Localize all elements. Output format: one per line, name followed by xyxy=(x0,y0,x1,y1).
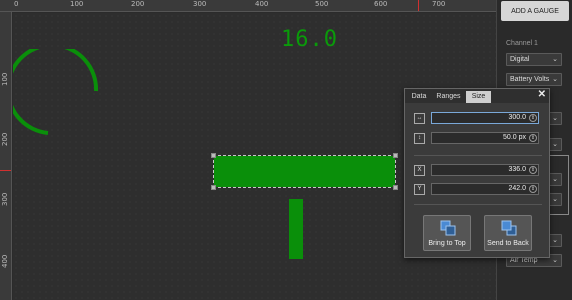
send-to-back-label: Send to Back xyxy=(487,240,529,247)
select-value: Air Temp xyxy=(510,257,538,264)
width-icon: ↔ xyxy=(414,113,425,124)
divider xyxy=(414,204,542,205)
channel-label: Channel 1 xyxy=(506,40,538,47)
channel-source-select[interactable]: Battery Volts ⌄ xyxy=(506,73,562,86)
vertical-bar-gauge[interactable] xyxy=(289,199,303,259)
ruler-top: 0 100 200 300 400 500 600 700 xyxy=(0,0,496,12)
ruler-tick: 200 xyxy=(131,0,145,8)
ruler-tick: 700 xyxy=(432,0,446,8)
send-to-back-icon xyxy=(501,220,517,236)
ruler-tick: 400 xyxy=(255,0,269,8)
tab-ranges[interactable]: Ranges xyxy=(432,91,465,103)
resize-handle[interactable] xyxy=(393,153,398,158)
send-to-back-button[interactable]: Send to Back xyxy=(484,215,532,251)
bring-to-top-button[interactable]: Bring to Top xyxy=(423,215,471,251)
arc-gauge[interactable] xyxy=(13,49,108,149)
chevron-down-icon: ⌄ xyxy=(552,115,558,122)
x-position-field[interactable]: 336.0 ⇕ xyxy=(431,164,539,176)
tab-data[interactable]: Data xyxy=(407,91,431,103)
select-value: Digital xyxy=(510,56,530,63)
chevron-down-icon: ⌄ xyxy=(552,237,558,244)
ruler-tick: 500 xyxy=(315,0,329,8)
ruler-tick: 600 xyxy=(374,0,388,8)
digital-gauge-readout[interactable]: 16.0 xyxy=(281,27,338,52)
height-stepper[interactable]: ⇕ xyxy=(529,134,537,142)
add-gauge-button[interactable]: ADD A GAUGE xyxy=(501,1,569,21)
ruler-position-marker xyxy=(0,170,11,171)
y-position-field[interactable]: 242.0 ⇕ xyxy=(431,183,539,195)
chevron-down-icon: ⌄ xyxy=(552,257,558,264)
bring-to-top-icon xyxy=(440,220,456,236)
x-position-icon: X xyxy=(414,165,425,176)
width-stepper[interactable]: ⇕ xyxy=(529,114,537,122)
gauge-type-select[interactable]: Digital ⌄ xyxy=(506,53,562,66)
ruler-position-marker xyxy=(418,0,419,11)
width-value: 300.0 xyxy=(508,114,526,121)
select-value: Battery Volts xyxy=(510,76,550,83)
chevron-down-icon: ⌄ xyxy=(552,76,558,83)
height-value: 50.0 px xyxy=(503,134,526,141)
gauge-properties-dialog: Data Ranges Size ✕ ↔ 300.0 ⇕ ↕ 50.0 px ⇕… xyxy=(404,88,550,258)
chevron-down-icon: ⌄ xyxy=(552,56,558,63)
ruler-tick: 0 xyxy=(14,0,19,8)
ruler-tick: 300 xyxy=(1,192,9,206)
ruler-tick: 400 xyxy=(1,254,9,268)
horizontal-bar-gauge[interactable] xyxy=(213,155,396,188)
chevron-down-icon: ⌄ xyxy=(552,176,558,183)
ruler-tick: 300 xyxy=(193,0,207,8)
ruler-tick: 100 xyxy=(1,72,9,86)
width-field[interactable]: 300.0 ⇕ xyxy=(431,112,539,124)
resize-handle[interactable] xyxy=(393,185,398,190)
height-icon: ↕ xyxy=(414,133,425,144)
dialog-tabs: Data Ranges Size ✕ xyxy=(405,89,549,103)
close-icon[interactable]: ✕ xyxy=(538,89,546,100)
y-position-value: 242.0 xyxy=(508,185,526,192)
y-position-stepper[interactable]: ⇕ xyxy=(529,185,537,193)
x-position-value: 336.0 xyxy=(508,166,526,173)
height-field[interactable]: 50.0 px ⇕ xyxy=(431,132,539,144)
divider xyxy=(414,155,542,156)
bring-to-top-label: Bring to Top xyxy=(428,240,466,247)
tab-size[interactable]: Size xyxy=(466,91,491,103)
resize-handle[interactable] xyxy=(211,185,216,190)
ruler-tick: 200 xyxy=(1,132,9,146)
chevron-down-icon: ⌄ xyxy=(552,141,558,148)
resize-handle[interactable] xyxy=(211,153,216,158)
ruler-left: 100 200 300 400 xyxy=(0,12,12,300)
ruler-tick: 100 xyxy=(70,0,84,8)
y-position-icon: Y xyxy=(414,184,425,195)
chevron-down-icon: ⌄ xyxy=(552,196,558,203)
x-position-stepper[interactable]: ⇕ xyxy=(529,166,537,174)
